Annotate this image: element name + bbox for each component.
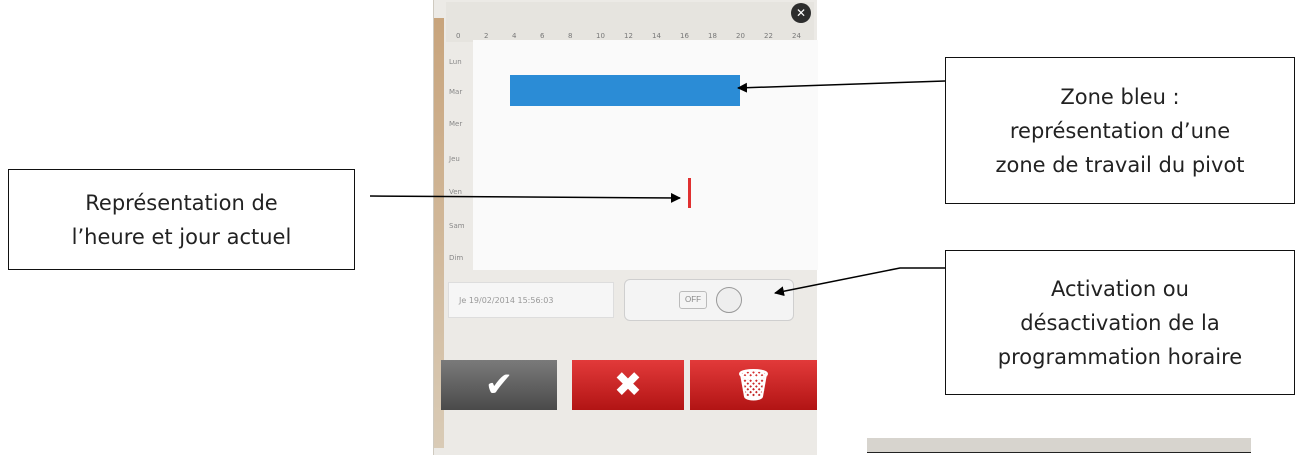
ruler-tick: 16	[680, 32, 689, 40]
current-time-marker	[688, 178, 691, 208]
day-label: Mar	[449, 88, 463, 96]
ruler-tick: 8	[568, 32, 573, 40]
ruler-tick: 2	[484, 32, 489, 40]
work-zone-bar[interactable]	[510, 75, 740, 106]
ruler-tick: 22	[764, 32, 773, 40]
bottom-bar	[867, 438, 1251, 453]
schedule-toggle[interactable]: OFF	[624, 279, 794, 321]
callout-activation: Activation ou désactivation de la progra…	[945, 250, 1295, 395]
confirm-button[interactable]: ✔	[441, 360, 557, 410]
day-label: Mer	[449, 120, 463, 128]
trash-icon: 🗑	[734, 367, 773, 403]
ruler-tick: 6	[540, 32, 545, 40]
ruler-tick: 10	[596, 32, 605, 40]
ruler-tick: 20	[736, 32, 745, 40]
current-datetime-field: Je 19/02/2014 15:56:03	[448, 282, 614, 318]
close-icon[interactable]: ✕	[791, 3, 811, 23]
ruler-tick: 18	[708, 32, 717, 40]
close-x-icon: ✖	[613, 365, 643, 405]
cancel-button[interactable]: ✖	[572, 360, 684, 410]
callout-heure-jour: Représentation de l’heure et jour actuel	[8, 169, 355, 270]
day-label: Ven	[449, 188, 462, 196]
toggle-knob[interactable]	[716, 287, 742, 313]
ruler-tick: 0	[456, 32, 461, 40]
ruler-tick: 4	[512, 32, 517, 40]
ruler-tick: 14	[652, 32, 661, 40]
check-icon: ✔	[484, 365, 514, 405]
day-label: Lun	[449, 58, 462, 66]
toggle-state-label: OFF	[679, 291, 707, 309]
day-label: Dim	[449, 254, 464, 262]
callout-zone-bleu: Zone bleu : représentation d’une zone de…	[945, 57, 1295, 204]
day-label: Sam	[449, 222, 465, 230]
hour-ruler: 0 2 4 6 8 10 12 14 16 18 20 22 24	[446, 2, 814, 42]
day-label: Jeu	[449, 155, 460, 163]
ruler-tick: 24	[792, 32, 801, 40]
ruler-tick: 12	[624, 32, 633, 40]
delete-button[interactable]: 🗑	[690, 360, 817, 410]
